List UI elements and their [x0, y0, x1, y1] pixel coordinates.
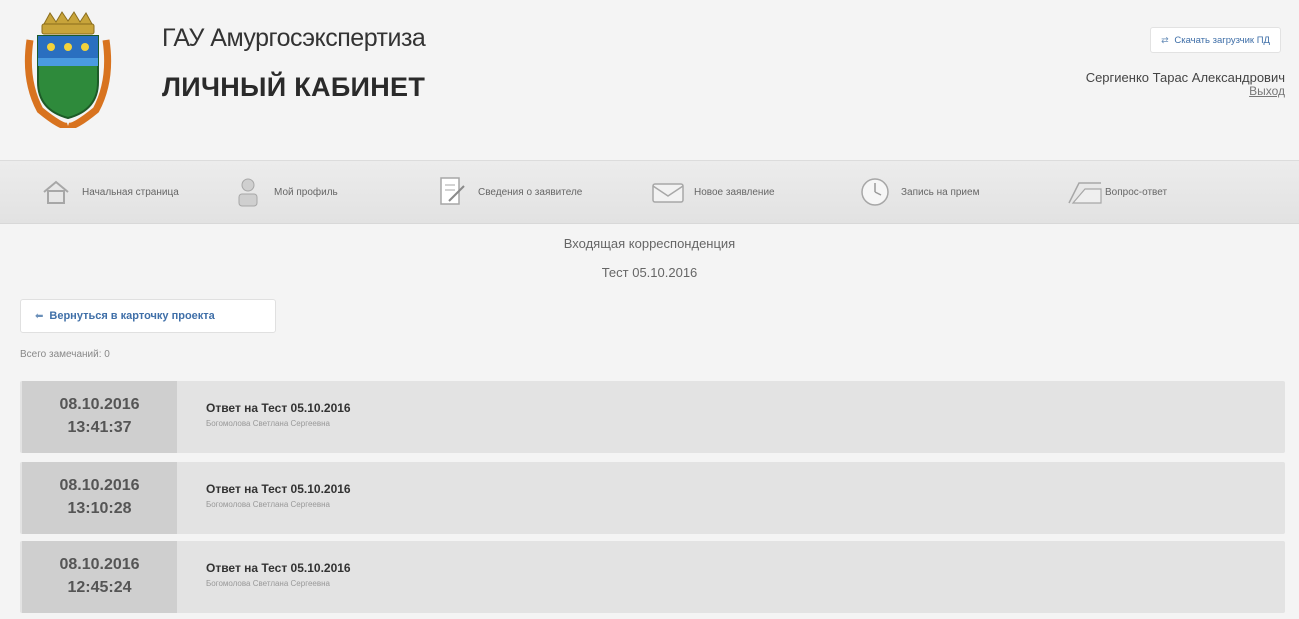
- message-date: 08.10.2016: [59, 396, 140, 413]
- nav-item-home[interactable]: Начальная страница: [36, 161, 179, 223]
- main-nav: Начальная страница Мой профиль Сведения …: [0, 160, 1299, 224]
- nav-item-faq[interactable]: Вопрос-ответ: [1065, 161, 1167, 223]
- download-icon: ⇄: [1161, 35, 1169, 45]
- home-icon: [36, 174, 76, 210]
- download-loader-label: Скачать загрузчик ПД: [1174, 35, 1270, 46]
- page-headings: Входящая корреспонденция Тест 05.10.2016: [0, 236, 1299, 280]
- message-row[interactable]: 08.10.2016 13:41:37 Ответ на Тест 05.10.…: [20, 381, 1285, 453]
- document-edit-icon: [432, 174, 472, 210]
- logout-link[interactable]: Выход: [1249, 84, 1285, 98]
- message-title[interactable]: Ответ на Тест 05.10.2016: [206, 561, 351, 575]
- nav-item-label: Начальная страница: [82, 186, 179, 198]
- nav-item-new-application[interactable]: Новое заявление: [648, 161, 775, 223]
- section-title: Входящая корреспонденция: [563, 236, 736, 251]
- message-time: 13:10:28: [67, 500, 132, 517]
- message-title[interactable]: Ответ на Тест 05.10.2016: [206, 482, 351, 496]
- page-title: ЛИЧНЫЙ КАБИНЕТ: [162, 72, 426, 102]
- message-time: 12:45:24: [67, 579, 132, 596]
- message-title[interactable]: Ответ на Тест 05.10.2016: [206, 401, 351, 415]
- profile-icon: [228, 174, 268, 210]
- organization-name: ГАУ Амургосэкспертиза: [162, 24, 426, 52]
- envelope-icon: [648, 174, 688, 210]
- nav-item-label: Запись на прием: [901, 186, 980, 198]
- nav-item-label: Вопрос-ответ: [1105, 186, 1168, 198]
- message-author: Богомолова Светлана Сергеевна: [206, 500, 330, 509]
- qa-icon: [1065, 174, 1105, 210]
- message-author: Богомолова Светлана Сергеевна: [206, 579, 330, 588]
- nav-item-label: Новое заявление: [694, 186, 775, 198]
- user-name: Сергиенко Тарас Александрович: [1085, 70, 1285, 85]
- nav-item-label: Мой профиль: [274, 186, 338, 198]
- coat-of-arms-logo: [22, 10, 114, 130]
- nav-item-appointment[interactable]: Запись на прием: [855, 161, 979, 223]
- message-datetime: 08.10.2016 13:41:37: [22, 381, 177, 453]
- download-loader-button[interactable]: ⇄ Скачать загрузчик ПД: [1150, 27, 1281, 53]
- back-to-project-label: Вернуться в карточку проекта: [49, 310, 215, 322]
- message-time: 13:41:37: [67, 419, 132, 436]
- nav-item-profile[interactable]: Мой профиль: [228, 161, 338, 223]
- back-to-project-button[interactable]: ⬅ Вернуться в карточку проекта: [20, 299, 276, 333]
- arrow-left-icon: ⬅: [35, 310, 44, 322]
- message-date: 08.10.2016: [59, 477, 140, 494]
- nav-item-applicant[interactable]: Сведения о заявителе: [432, 161, 582, 223]
- message-author: Богомолова Светлана Сергеевна: [206, 419, 330, 428]
- message-row[interactable]: 08.10.2016 12:45:24 Ответ на Тест 05.10.…: [20, 541, 1285, 613]
- message-datetime: 08.10.2016 12:45:24: [22, 541, 177, 613]
- project-name: Тест 05.10.2016: [601, 265, 698, 280]
- total-remarks: Всего замечаний: 0: [20, 349, 110, 360]
- message-datetime: 08.10.2016 13:10:28: [22, 462, 177, 534]
- clock-icon: [855, 174, 895, 210]
- header: ГАУ Амургосэкспертиза ЛИЧНЫЙ КАБИНЕТ ⇄ С…: [0, 0, 1299, 160]
- message-date: 08.10.2016: [59, 556, 140, 573]
- nav-item-label: Сведения о заявителе: [478, 186, 583, 198]
- message-row[interactable]: 08.10.2016 13:10:28 Ответ на Тест 05.10.…: [20, 462, 1285, 534]
